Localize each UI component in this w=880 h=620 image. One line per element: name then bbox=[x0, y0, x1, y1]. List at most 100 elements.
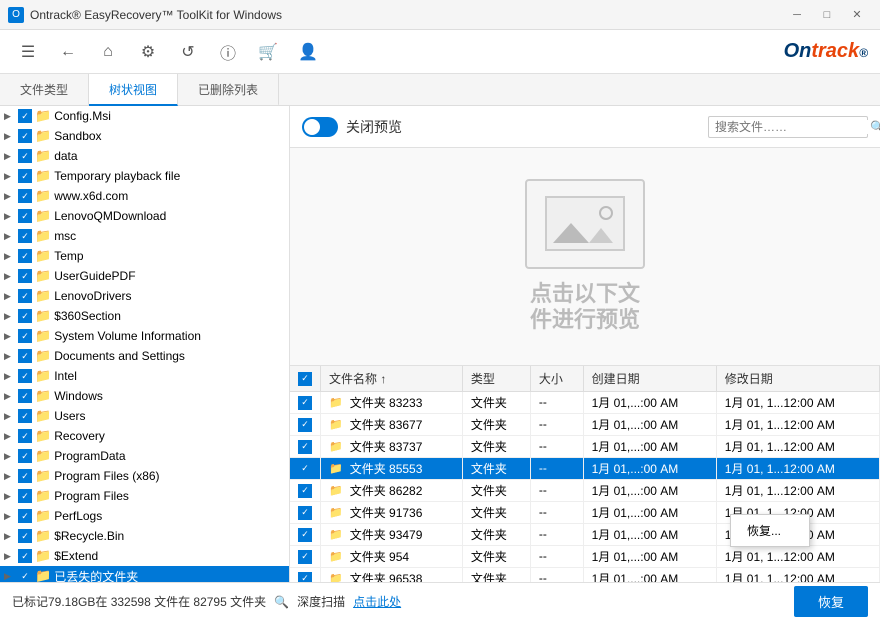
file-table-wrapper[interactable]: 文件名称 ↑ 类型 大小 创建日期 修改日期 📁文件夹 83233文件夹--1月… bbox=[290, 366, 880, 583]
scan-link[interactable]: 点击此处 bbox=[353, 593, 401, 610]
tree-item[interactable]: ▶📁www.x6d.com bbox=[0, 186, 289, 206]
row-checkbox[interactable] bbox=[298, 418, 312, 432]
row-checkbox[interactable] bbox=[298, 484, 312, 498]
tree-item-checkbox[interactable] bbox=[18, 469, 32, 483]
row-checkbox[interactable] bbox=[298, 396, 312, 410]
tree-item[interactable]: ▶📁Recovery bbox=[0, 426, 289, 446]
tree-item-checkbox[interactable] bbox=[18, 449, 32, 463]
col-header-cb[interactable] bbox=[290, 366, 321, 392]
expand-icon[interactable]: ▶ bbox=[4, 291, 18, 302]
table-row[interactable]: 📁文件夹 954文件夹--1月 01,...:00 AM1月 01, 1...1… bbox=[290, 545, 880, 567]
tree-item[interactable]: ▶📁$Recycle.Bin bbox=[0, 526, 289, 546]
tree-item-checkbox[interactable] bbox=[18, 329, 32, 343]
tree-item[interactable]: ▶📁$360Section bbox=[0, 306, 289, 326]
row-checkbox[interactable] bbox=[298, 550, 312, 564]
tree-item-checkbox[interactable] bbox=[18, 249, 32, 263]
tree-item-checkbox[interactable] bbox=[18, 549, 32, 563]
expand-icon[interactable]: ▶ bbox=[4, 431, 18, 442]
table-row[interactable]: 📁文件夹 86282文件夹--1月 01,...:00 AM1月 01, 1..… bbox=[290, 479, 880, 501]
col-header-modified[interactable]: 修改日期 bbox=[716, 366, 879, 392]
back-button[interactable]: ← bbox=[52, 36, 84, 68]
expand-icon[interactable]: ▶ bbox=[4, 391, 18, 402]
tree-item[interactable]: ▶📁Program Files bbox=[0, 486, 289, 506]
table-row[interactable]: 📁文件夹 96538文件夹--1月 01,...:00 AM1月 01, 1..… bbox=[290, 567, 880, 582]
tree-item[interactable]: ▶📁Intel bbox=[0, 366, 289, 386]
maximize-button[interactable]: □ bbox=[812, 0, 842, 30]
col-header-name[interactable]: 文件名称 ↑ bbox=[321, 366, 463, 392]
tree-item[interactable]: ▶📁ProgramData bbox=[0, 446, 289, 466]
tree-item-checkbox[interactable] bbox=[18, 369, 32, 383]
expand-icon[interactable]: ▶ bbox=[4, 411, 18, 422]
expand-icon[interactable]: ▶ bbox=[4, 531, 18, 542]
tree-item-checkbox[interactable] bbox=[18, 509, 32, 523]
tree-item[interactable]: ▶📁Temporary playback file bbox=[0, 166, 289, 186]
tree-item-checkbox[interactable] bbox=[18, 209, 32, 223]
expand-icon[interactable]: ▶ bbox=[4, 211, 18, 222]
tree-item-checkbox[interactable] bbox=[18, 229, 32, 243]
expand-icon[interactable]: ▶ bbox=[4, 511, 18, 522]
col-header-size[interactable]: 大小 bbox=[530, 366, 583, 392]
expand-icon[interactable]: ▶ bbox=[4, 551, 18, 562]
user-button[interactable]: 👤 bbox=[292, 36, 324, 68]
tab-deleted-list[interactable]: 已删除列表 bbox=[178, 74, 279, 106]
col-header-created[interactable]: 创建日期 bbox=[583, 366, 716, 392]
minimize-button[interactable]: ─ bbox=[782, 0, 812, 30]
tree-item[interactable]: ▶📁$Extend bbox=[0, 546, 289, 566]
expand-icon[interactable]: ▶ bbox=[4, 131, 18, 142]
tree-item-checkbox[interactable] bbox=[18, 109, 32, 123]
preview-toggle-switch[interactable] bbox=[302, 117, 338, 137]
tree-item-checkbox[interactable] bbox=[18, 269, 32, 283]
row-checkbox[interactable] bbox=[298, 506, 312, 520]
row-checkbox[interactable] bbox=[298, 528, 312, 542]
row-checkbox[interactable] bbox=[298, 462, 312, 476]
expand-icon[interactable]: ▶ bbox=[4, 471, 18, 482]
tree-item-checkbox[interactable] bbox=[18, 169, 32, 183]
row-checkbox[interactable] bbox=[298, 440, 312, 454]
tree-item[interactable]: ▶📁msc bbox=[0, 226, 289, 246]
tree-item-checkbox[interactable] bbox=[18, 189, 32, 203]
tree-item[interactable]: ▶📁Temp bbox=[0, 246, 289, 266]
tree-item[interactable]: ▶📁Users bbox=[0, 406, 289, 426]
info-button[interactable]: ⓘ bbox=[212, 36, 244, 68]
expand-icon[interactable]: ▶ bbox=[4, 351, 18, 362]
home-button[interactable]: ⌂ bbox=[92, 36, 124, 68]
tree-item[interactable]: ▶📁Sandbox bbox=[0, 126, 289, 146]
tab-tree-view[interactable]: 树状视图 bbox=[89, 74, 178, 106]
tree-item-checkbox[interactable] bbox=[18, 149, 32, 163]
tree-item[interactable]: ▶📁LenovoDrivers bbox=[0, 286, 289, 306]
tree-item-checkbox[interactable] bbox=[18, 289, 32, 303]
cart-button[interactable]: 🛒 bbox=[252, 36, 284, 68]
recover-button[interactable]: 恢复 bbox=[794, 586, 868, 617]
col-header-type[interactable]: 类型 bbox=[462, 366, 530, 392]
tree-item-checkbox[interactable] bbox=[18, 529, 32, 543]
expand-icon[interactable]: ▶ bbox=[4, 271, 18, 282]
table-row[interactable]: 📁文件夹 83737文件夹--1月 01,...:00 AM1月 01, 1..… bbox=[290, 435, 880, 457]
tree-item-checkbox[interactable] bbox=[18, 389, 32, 403]
header-checkbox[interactable] bbox=[298, 372, 312, 386]
table-row[interactable]: 📁文件夹 83677文件夹--1月 01,...:00 AM1月 01, 1..… bbox=[290, 413, 880, 435]
row-checkbox[interactable] bbox=[298, 572, 312, 582]
tree-item[interactable]: ▶📁UserGuidePDF bbox=[0, 266, 289, 286]
expand-icon[interactable]: ▶ bbox=[4, 251, 18, 262]
tree-item[interactable]: ▶📁PerfLogs bbox=[0, 506, 289, 526]
tree-item[interactable]: ▶📁Windows bbox=[0, 386, 289, 406]
tree-item-checkbox[interactable] bbox=[18, 309, 32, 323]
expand-icon[interactable]: ▶ bbox=[4, 111, 18, 122]
tree-item-checkbox[interactable] bbox=[18, 129, 32, 143]
tree-item[interactable]: ▶📁data bbox=[0, 146, 289, 166]
tab-file-type[interactable]: 文件类型 bbox=[0, 74, 89, 106]
tree-item-checkbox[interactable] bbox=[18, 349, 32, 363]
expand-icon[interactable]: ▶ bbox=[4, 151, 18, 162]
close-button[interactable]: ✕ bbox=[842, 0, 872, 30]
expand-icon[interactable]: ▶ bbox=[4, 371, 18, 382]
tree-item-checkbox[interactable] bbox=[18, 409, 32, 423]
expand-icon[interactable]: ▶ bbox=[4, 171, 18, 182]
tree-item[interactable]: ▶📁System Volume Information bbox=[0, 326, 289, 346]
expand-icon[interactable]: ▶ bbox=[4, 331, 18, 342]
expand-icon[interactable]: ▶ bbox=[4, 311, 18, 322]
expand-icon[interactable]: ▶ bbox=[4, 191, 18, 202]
expand-icon[interactable]: ▶ bbox=[4, 571, 18, 582]
tree-item-checkbox[interactable] bbox=[18, 429, 32, 443]
tree-item[interactable]: ▶📁Config.Msi bbox=[0, 106, 289, 126]
tree-item[interactable]: ▶📁Program Files (x86) bbox=[0, 466, 289, 486]
